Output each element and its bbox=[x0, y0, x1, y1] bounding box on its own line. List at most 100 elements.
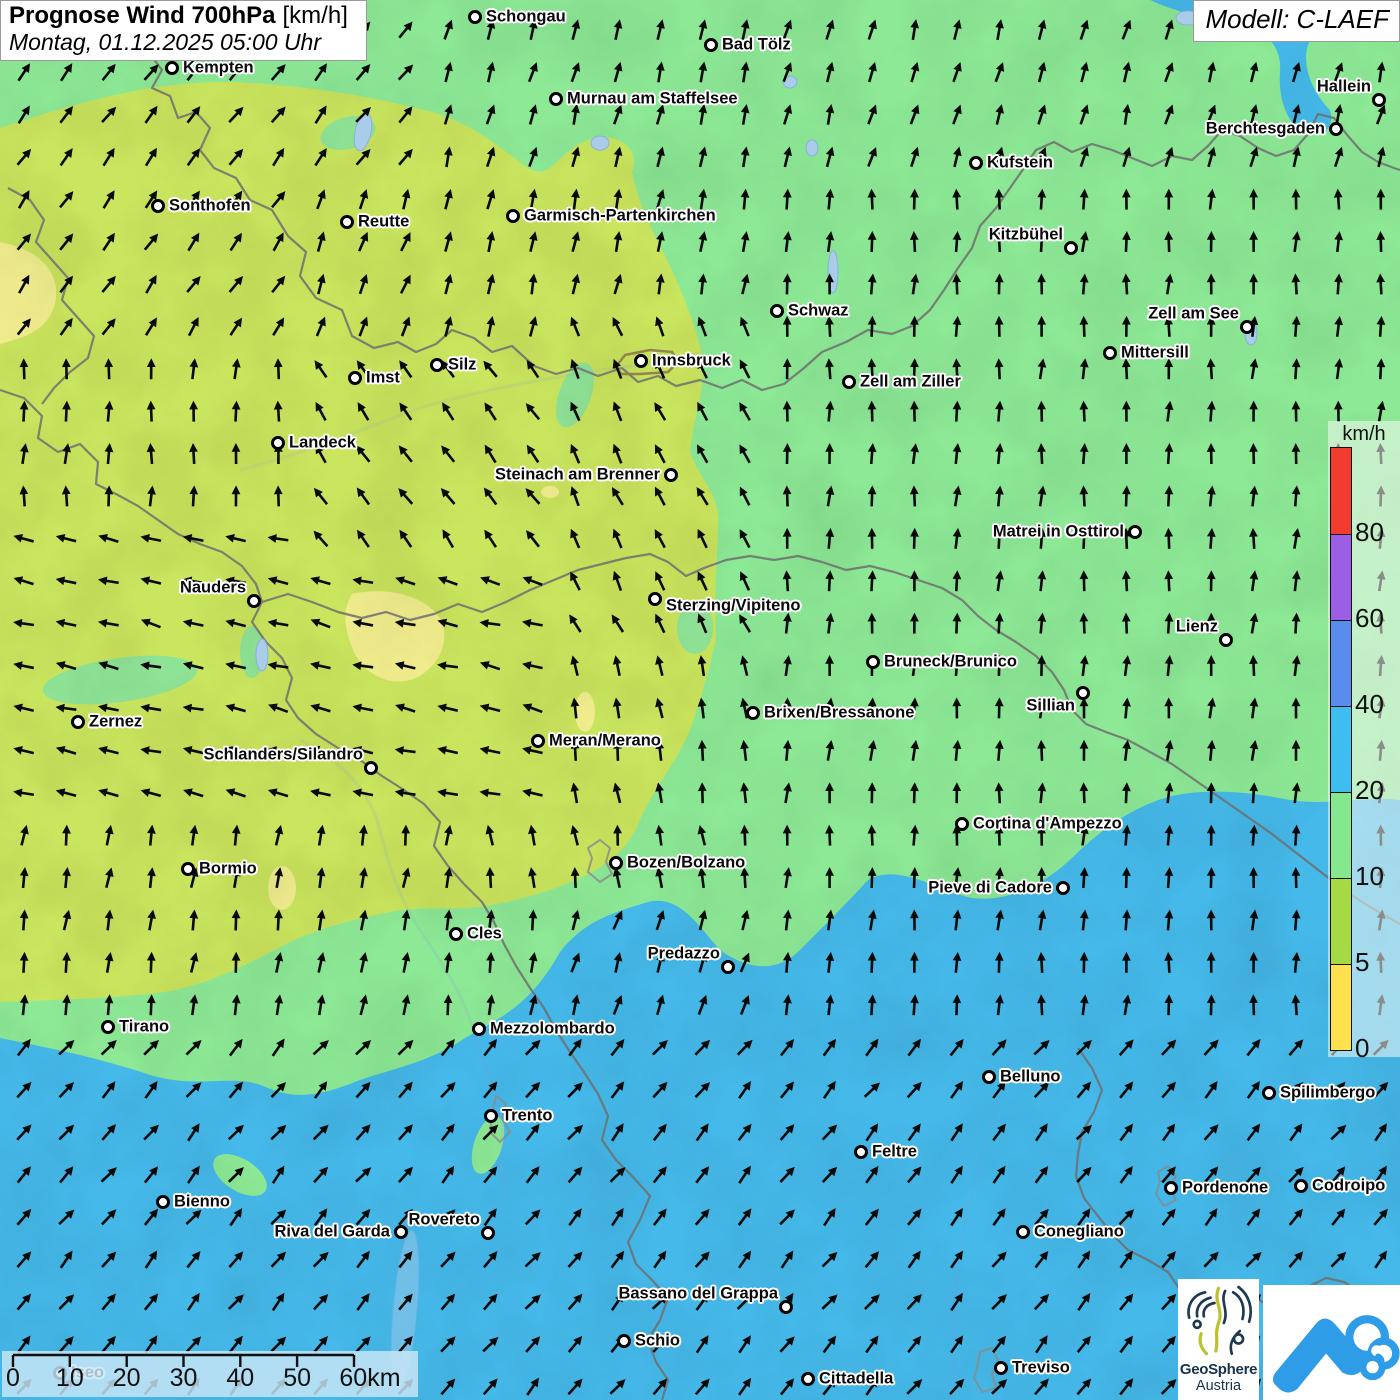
city-marker-icon bbox=[866, 655, 880, 669]
city-label: Lienz bbox=[1176, 618, 1218, 637]
city-label: Mezzolombardo bbox=[490, 1020, 615, 1039]
city-marker-icon bbox=[634, 354, 648, 368]
city-label: Bormio bbox=[199, 860, 257, 879]
city-marker-icon bbox=[340, 215, 354, 229]
scale-label: 40 bbox=[226, 1364, 254, 1393]
city-label: Cittadella bbox=[819, 1370, 893, 1389]
legend-title: km/h bbox=[1328, 423, 1400, 446]
city-label: Kufstein bbox=[987, 154, 1053, 173]
city-label: Kitzbühel bbox=[989, 226, 1063, 245]
city-label: Predazzo bbox=[648, 945, 720, 964]
city-label: Treviso bbox=[1012, 1359, 1070, 1378]
city-label: Hallein bbox=[1317, 78, 1371, 97]
city-label: Schwaz bbox=[788, 302, 849, 321]
city-marker-icon bbox=[1294, 1179, 1308, 1193]
city-marker-icon bbox=[1329, 122, 1343, 136]
city-marker-icon bbox=[1372, 93, 1386, 107]
scale-label: 0 bbox=[6, 1364, 20, 1393]
city-label: Murnau am Staffelsee bbox=[567, 90, 738, 109]
city-marker-icon bbox=[842, 375, 856, 389]
city-marker-icon bbox=[1076, 686, 1090, 700]
model-label: Modell: C-LAEF bbox=[1206, 4, 1390, 34]
city-label: Sillian bbox=[1026, 697, 1075, 716]
city-marker-icon bbox=[770, 304, 784, 318]
city-marker-icon bbox=[472, 1022, 486, 1036]
city-label: Schongau bbox=[486, 8, 566, 27]
city-marker-icon bbox=[609, 856, 623, 870]
city-label: Cles bbox=[467, 925, 502, 944]
legend-label: 20 bbox=[1355, 775, 1384, 805]
geosphere-logo: GeoSphere Austria bbox=[1178, 1279, 1259, 1400]
city-marker-icon bbox=[1103, 346, 1117, 360]
city-label: Bassano del Grappa bbox=[618, 1285, 778, 1304]
city-marker-icon bbox=[969, 156, 983, 170]
city-marker-icon bbox=[955, 817, 969, 831]
city-marker-icon bbox=[721, 960, 735, 974]
city-marker-icon bbox=[994, 1361, 1008, 1375]
geosphere-contour-icon bbox=[1178, 1279, 1259, 1359]
title-unit: [km/h] bbox=[283, 2, 348, 29]
legend-swatch-80 bbox=[1331, 448, 1351, 534]
city-marker-icon bbox=[484, 1109, 498, 1123]
city-marker-icon bbox=[1128, 525, 1142, 539]
city-marker-icon bbox=[348, 371, 362, 385]
city-marker-icon bbox=[247, 594, 261, 608]
city-label: Silz bbox=[448, 356, 476, 375]
city-marker-icon bbox=[181, 862, 195, 876]
color-legend: km/h 806040201050 bbox=[1328, 421, 1400, 1057]
city-marker-icon bbox=[165, 61, 179, 75]
city-marker-icon bbox=[1262, 1086, 1276, 1100]
city-label: Bozen/Bolzano bbox=[627, 854, 745, 873]
city-marker-icon bbox=[394, 1225, 408, 1239]
city-label: Berchtesgaden bbox=[1206, 120, 1325, 139]
city-label: Bruneck/Brunico bbox=[884, 653, 1017, 672]
scale-label: 20 bbox=[113, 1364, 141, 1393]
city-label: Tirano bbox=[119, 1018, 169, 1037]
city-label: Reutte bbox=[358, 213, 409, 232]
city-marker-icon bbox=[151, 199, 165, 213]
valid-time: Montag, 01.12.2025 05:00 Uhr bbox=[9, 29, 358, 55]
city-label: Cortina d'Ampezzo bbox=[973, 815, 1122, 834]
city-marker-icon bbox=[982, 1070, 996, 1084]
city-marker-icon bbox=[779, 1300, 793, 1314]
city-label: Landeck bbox=[289, 434, 356, 453]
city-label: Innsbruck bbox=[652, 352, 731, 371]
scale-label: 10 bbox=[56, 1364, 84, 1393]
city-marker-icon bbox=[506, 209, 520, 223]
city-marker-icon bbox=[430, 358, 444, 372]
city-label: Schio bbox=[635, 1332, 680, 1351]
city-marker-icon bbox=[648, 592, 662, 606]
city-label: Codroipo bbox=[1312, 1177, 1385, 1196]
city-marker-icon bbox=[664, 468, 678, 482]
city-label: Trento bbox=[502, 1107, 552, 1126]
city-label: Bad Tölz bbox=[722, 36, 791, 55]
city-label: Sterzing/Vipiteno bbox=[666, 597, 800, 616]
legend-label: 10 bbox=[1355, 861, 1384, 891]
weather-map-stage: SchongauBad TölzKemptenMurnau am Staffel… bbox=[0, 0, 1400, 1400]
city-label: Rovereto bbox=[408, 1211, 480, 1230]
city-layer: SchongauBad TölzKemptenMurnau am Staffel… bbox=[0, 0, 1400, 1400]
model-box: Modell: C-LAEF bbox=[1193, 0, 1400, 42]
city-marker-icon bbox=[101, 1020, 115, 1034]
city-marker-icon bbox=[704, 38, 718, 52]
city-marker-icon bbox=[617, 1334, 631, 1348]
city-label: Nauders bbox=[180, 579, 246, 598]
page-title: Prognose Wind 700hPa[km/h] bbox=[9, 3, 358, 29]
geosphere-country: Austria bbox=[1178, 1378, 1259, 1394]
city-label: Bienno bbox=[174, 1193, 230, 1212]
city-marker-icon bbox=[364, 761, 378, 775]
city-label: Riva del Garda bbox=[274, 1223, 390, 1242]
legend-label: 40 bbox=[1355, 689, 1384, 719]
city-label: Schlanders/Silandro bbox=[203, 746, 363, 765]
legend-label: 0 bbox=[1355, 1033, 1369, 1063]
city-label: Conegliano bbox=[1034, 1223, 1124, 1242]
legend-swatch-10 bbox=[1331, 792, 1351, 878]
city-label: Sonthofen bbox=[169, 197, 251, 216]
city-label: Mittersill bbox=[1121, 344, 1189, 363]
city-label: Belluno bbox=[1000, 1068, 1061, 1087]
city-marker-icon bbox=[468, 10, 482, 24]
legend-swatch-0 bbox=[1331, 964, 1351, 1050]
legend-swatch-60 bbox=[1331, 534, 1351, 620]
title-box: Prognose Wind 700hPa[km/h] Montag, 01.12… bbox=[0, 0, 367, 61]
city-marker-icon bbox=[801, 1372, 815, 1386]
